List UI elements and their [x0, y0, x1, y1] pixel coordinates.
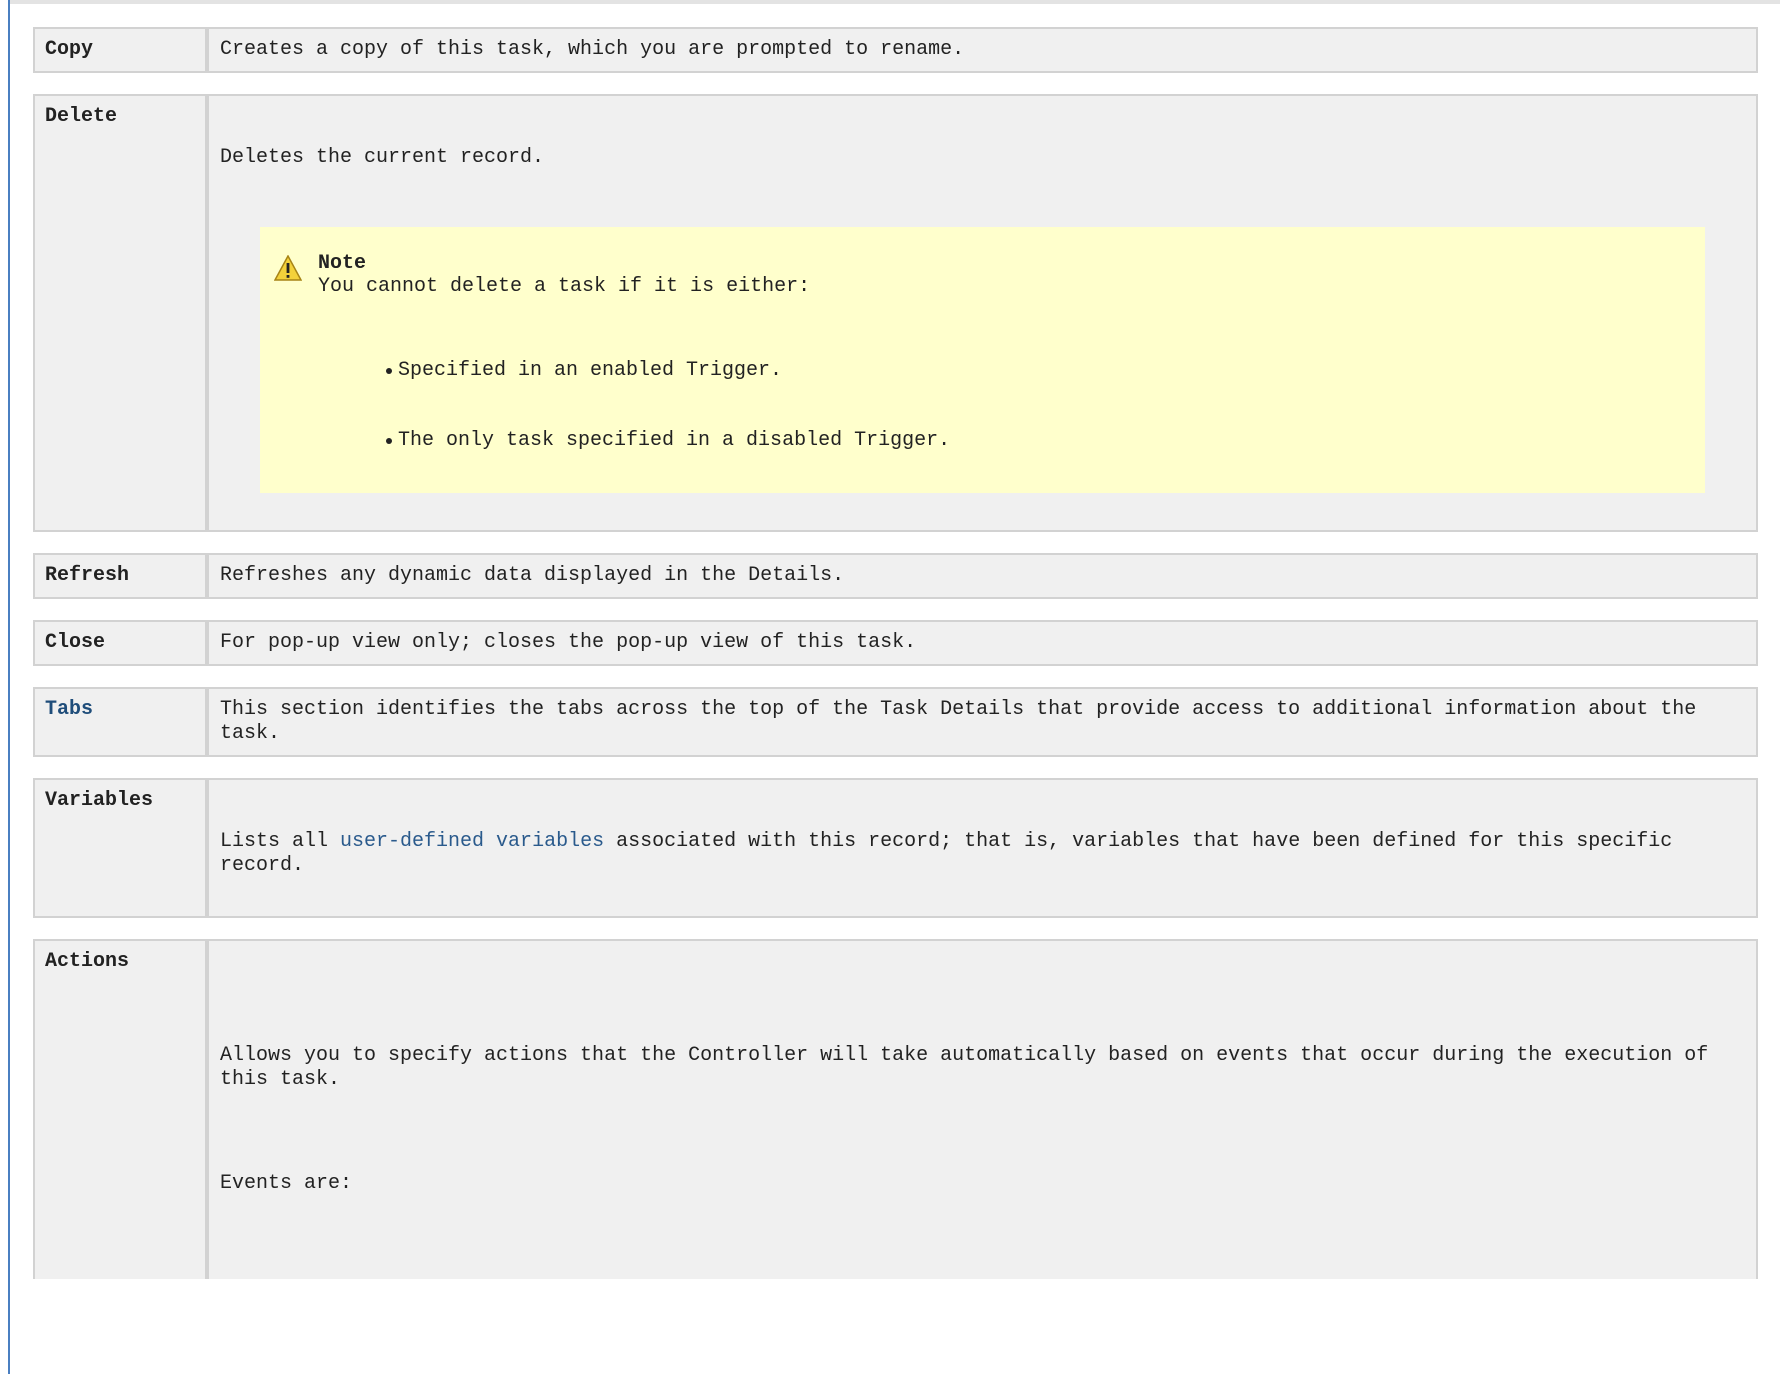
desc-actions: Allows you to specify actions that the C… — [209, 941, 1756, 1279]
desc-refresh-text: Refreshes any dynamic data displayed in … — [220, 564, 845, 587]
desc-variables: Lists all user-defined variables associa… — [209, 780, 1756, 916]
note-content: Note You cannot delete a task if it is e… — [318, 253, 950, 453]
desc-variables-text: Lists all user-defined variables associa… — [220, 830, 1745, 878]
desc-actions-events: Events are: — [220, 1172, 353, 1195]
row-variables: Variables Lists all user-defined variabl… — [33, 778, 1758, 918]
note-box: Note You cannot delete a task if it is e… — [260, 227, 1705, 493]
desc-tabs-text: This section identifies the tabs across … — [220, 698, 1697, 745]
term-variables: Variables — [35, 780, 209, 916]
note-text: You cannot delete a task if it is either… — [318, 275, 811, 298]
term-refresh: Refresh — [35, 555, 209, 597]
desc-refresh: Refreshes any dynamic data displayed in … — [209, 555, 1756, 597]
desc-delete-text: Deletes the current record. — [220, 146, 545, 169]
desc-delete: Deletes the current record. Note You can… — [209, 96, 1756, 530]
left-rule — [8, 0, 10, 1374]
desc-actions-text: Allows you to specify actions that the C… — [220, 1044, 1709, 1091]
term-delete: Delete — [35, 96, 209, 530]
top-divider — [8, 0, 1780, 4]
term-close: Close — [35, 622, 209, 664]
desc-close: For pop-up view only; closes the pop-up … — [209, 622, 1756, 664]
note-icon-wrap — [273, 253, 318, 453]
row-tabs: Tabs This section identifies the tabs ac… — [33, 687, 1758, 757]
definitions-table: Copy Creates a copy of this task, which … — [33, 27, 1758, 1279]
row-delete: Delete Deletes the current record. Note … — [33, 94, 1758, 532]
desc-tabs: This section identifies the tabs across … — [209, 689, 1756, 755]
term-actions: Actions — [35, 941, 209, 1279]
row-refresh: Refresh Refreshes any dynamic data displ… — [33, 553, 1758, 599]
note-list-item: Specified in an enabled Trigger. — [385, 359, 950, 383]
desc-copy: Creates a copy of this task, which you a… — [209, 29, 1756, 71]
warning-icon — [273, 254, 303, 281]
note-title: Note — [318, 252, 367, 275]
row-actions: Actions Allows you to specify actions th… — [33, 939, 1758, 1279]
term-copy: Copy — [35, 29, 209, 71]
desc-close-text: For pop-up view only; closes the pop-up … — [220, 631, 917, 654]
desc-variables-pre: Lists all — [220, 830, 341, 853]
row-close: Close For pop-up view only; closes the p… — [33, 620, 1758, 666]
desc-copy-text: Creates a copy of this task, which you a… — [220, 38, 965, 61]
term-tabs-link[interactable]: Tabs — [35, 689, 209, 755]
row-copy: Copy Creates a copy of this task, which … — [33, 27, 1758, 73]
user-defined-variables-link[interactable]: user-defined variables — [340, 830, 604, 853]
note-list-item: The only task specified in a disabled Tr… — [385, 429, 951, 452]
note-list: Specified in an enabled Trigger. The onl… — [318, 359, 950, 453]
